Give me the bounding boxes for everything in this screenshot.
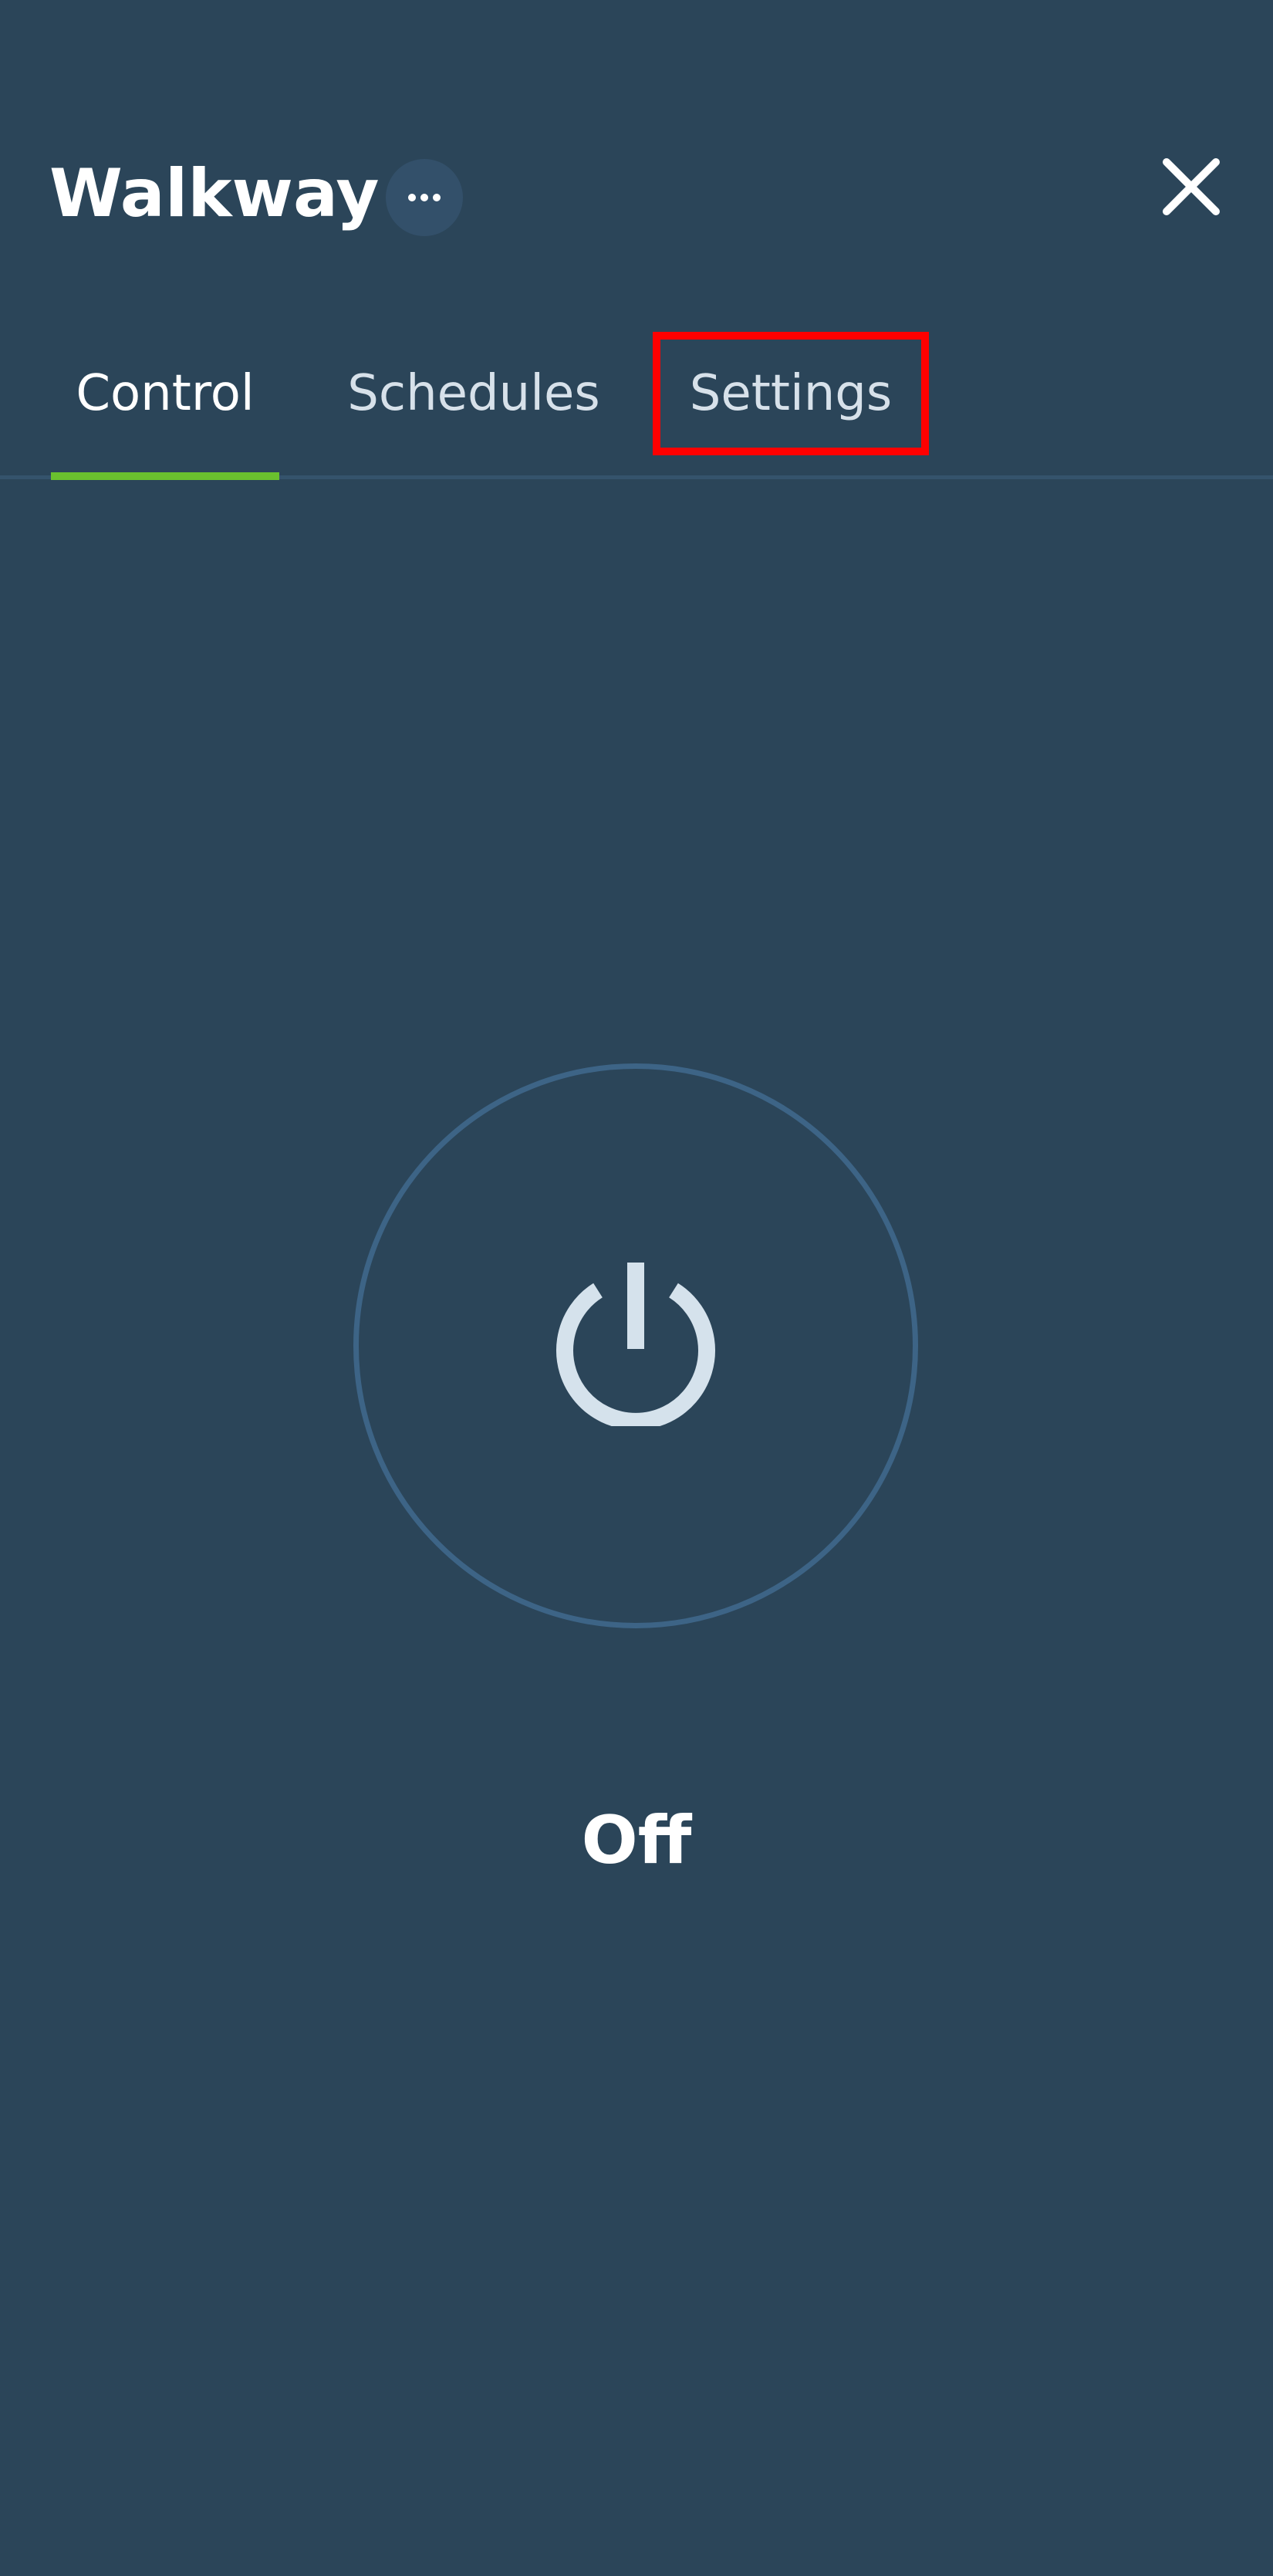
tab-schedules[interactable]: Schedules <box>346 332 602 455</box>
app-header: Walkway <box>0 0 1273 286</box>
close-icon <box>1163 158 1220 215</box>
tab-settings[interactable]: Settings <box>653 332 929 455</box>
tab-control-label: Control <box>76 365 255 422</box>
tab-settings-label: Settings <box>689 365 893 422</box>
tab-bar: Control Schedules Settings <box>0 332 1273 480</box>
more-options-button[interactable] <box>386 159 463 236</box>
ellipsis-icon-dot <box>408 194 416 201</box>
tab-control[interactable]: Control <box>51 332 279 455</box>
tab-schedules-label: Schedules <box>347 365 600 422</box>
power-icon <box>556 1263 715 1426</box>
power-status-label: Off <box>581 1802 692 1879</box>
ellipsis-icon-dot <box>433 194 441 201</box>
page-title: Walkway <box>49 155 380 232</box>
active-tab-indicator <box>51 472 279 480</box>
ellipsis-icon-dot <box>420 194 428 201</box>
close-button[interactable] <box>1159 154 1224 219</box>
power-toggle-button[interactable] <box>353 1063 918 1628</box>
